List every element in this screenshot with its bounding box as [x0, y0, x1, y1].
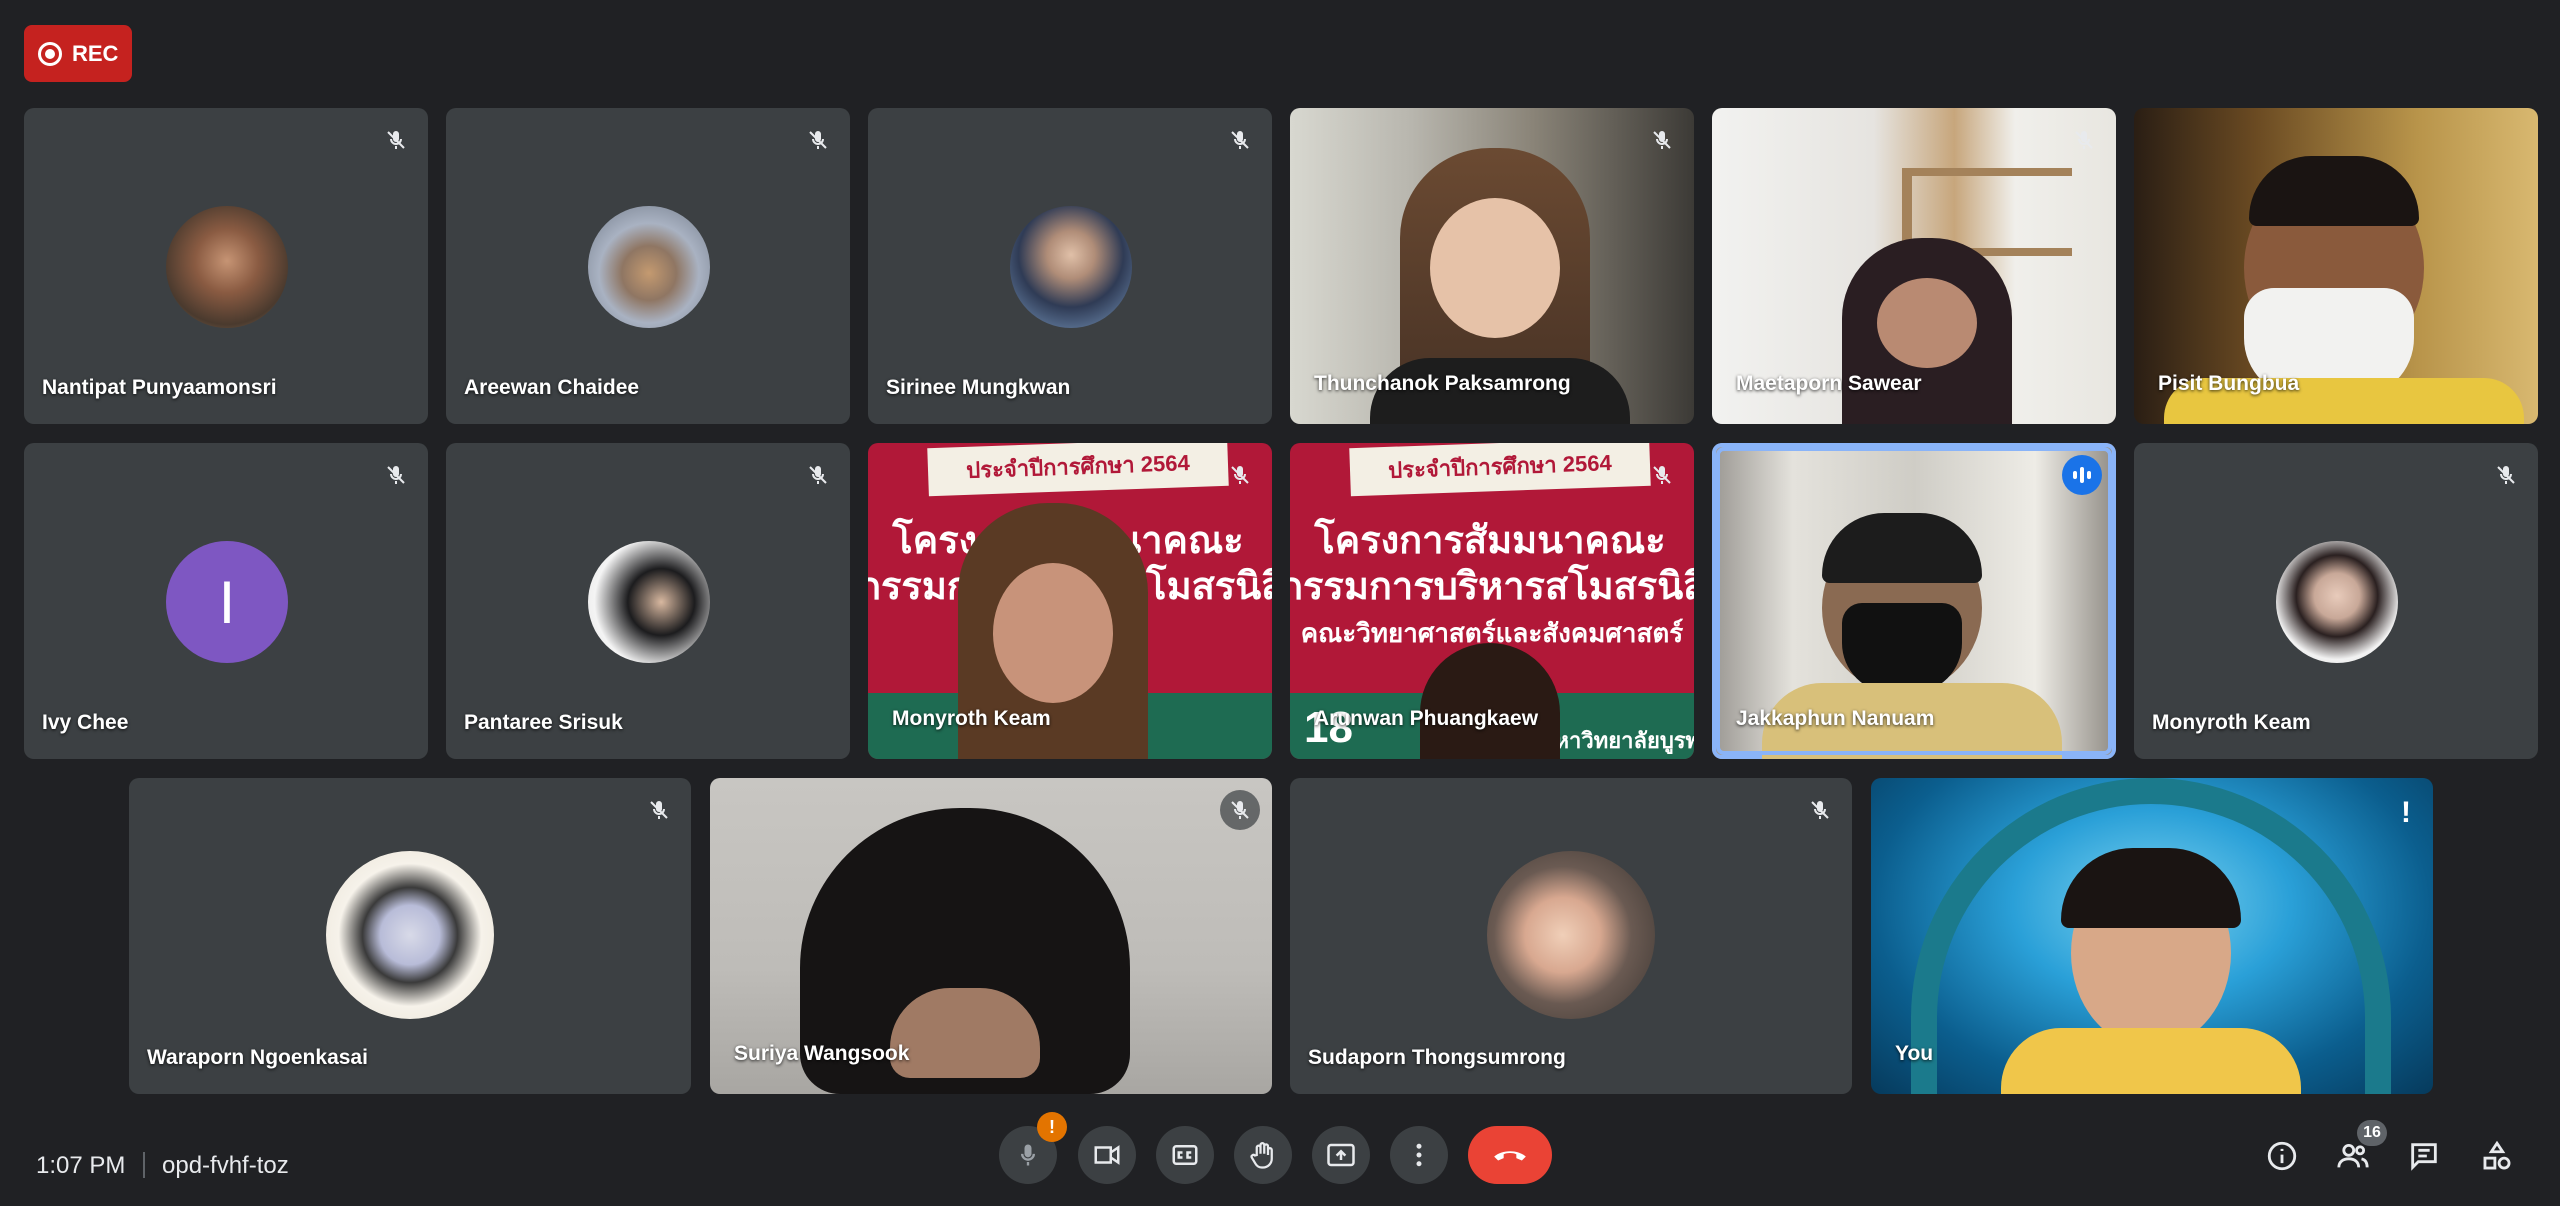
captions-button[interactable]	[1156, 1126, 1214, 1184]
more-options-button[interactable]	[1390, 1126, 1448, 1184]
mic-off-icon	[804, 126, 832, 154]
participant-name: Areewan Chaidee	[464, 376, 640, 399]
shirt	[2001, 1028, 2301, 1094]
meeting-time: 1:07 PM	[36, 1152, 126, 1179]
more-vert-icon	[1416, 1143, 1422, 1167]
face	[993, 563, 1113, 703]
participant-name: Ivy Chee	[42, 711, 129, 734]
mic-off-icon	[382, 126, 410, 154]
avatar	[1010, 206, 1132, 328]
raise-hand-button[interactable]	[1234, 1126, 1292, 1184]
participant-tile[interactable]: Nantipat Punyaamonsri	[24, 108, 428, 424]
participant-name: Pisit Bungbua	[2158, 372, 2300, 395]
recording-label: REC	[72, 40, 119, 66]
participant-count-badge: 16	[2357, 1120, 2387, 1146]
mic-off-icon	[1648, 126, 1676, 154]
avatar	[326, 851, 494, 1019]
participant-video-tile[interactable]: ประจำปีการศึกษา 2564 โครงการสัมมนาคณะ กร…	[868, 443, 1272, 759]
mic-off-icon	[1021, 1144, 1035, 1166]
participant-name: Monyroth Keam	[892, 707, 1051, 730]
participant-tile[interactable]: Pantaree Srisuk	[446, 443, 850, 759]
activities-button[interactable]	[2475, 1134, 2519, 1178]
meeting-code[interactable]: opd-fvhf-toz	[162, 1152, 289, 1180]
leave-call-button[interactable]	[1468, 1126, 1552, 1184]
participant-tile[interactable]: Sudaporn Thongsumrong	[1290, 778, 1852, 1094]
participant-name: Suriya Wangsook	[734, 1042, 910, 1065]
banner-title: กรรมการบริหารสโมสรนิสิต	[1290, 566, 1694, 608]
recording-indicator[interactable]: REC	[24, 25, 132, 82]
microphone-button[interactable]: !	[999, 1112, 1067, 1184]
avatar	[166, 206, 288, 328]
chat-button[interactable]	[2402, 1134, 2446, 1178]
participant-video-tile[interactable]: ประจำปีการศึกษา 2564 โครงการสัมมนาคณะ กร…	[1290, 443, 1694, 759]
mic-off-icon	[1806, 796, 1834, 824]
divider	[143, 1152, 145, 1178]
participant-name: Nantipat Punyaamonsri	[42, 376, 277, 399]
participant-name: Maetaporn Sawear	[1736, 372, 1922, 395]
record-icon	[38, 41, 62, 66]
avatar	[2276, 541, 2398, 663]
avatar	[1487, 851, 1655, 1019]
camera-button[interactable]	[1078, 1126, 1136, 1184]
participant-name: Waraporn Ngoenkasai	[147, 1046, 368, 1069]
face	[890, 988, 1040, 1078]
participant-name: You	[1895, 1042, 1934, 1065]
shelf	[1902, 168, 2072, 176]
participant-video-tile[interactable]: Maetaporn Sawear	[1712, 108, 2116, 424]
participant-tile[interactable]: Sirinee Mungkwan	[868, 108, 1272, 424]
mic-off-icon	[804, 461, 832, 489]
participant-tile[interactable]: Areewan Chaidee	[446, 108, 850, 424]
participant-name: Pantaree Srisuk	[464, 711, 623, 734]
bottom-toolbar: 1:07 PM opd-fvhf-toz ! 16	[0, 1110, 2560, 1200]
chat-icon	[2411, 1143, 2437, 1171]
banner-subtitle: ประจำปีการศึกษา 2564	[927, 443, 1229, 497]
present-screen-button[interactable]	[1312, 1126, 1370, 1184]
participant-video-tile[interactable]: Pisit Bungbua	[2134, 108, 2538, 424]
people-button[interactable]: 16	[2331, 1120, 2387, 1178]
meeting-details-button[interactable]	[2260, 1134, 2304, 1178]
call-end-icon	[1494, 1151, 1526, 1161]
avatar-initial: I	[166, 541, 288, 663]
present-to-all-icon	[1327, 1143, 1355, 1167]
self-video-tile[interactable]: ! You	[1871, 778, 2433, 1094]
avatar	[588, 206, 710, 328]
banner-text: มหาวิทยาลัยบูรพา	[1540, 728, 1694, 753]
participant-tile[interactable]: Waraporn Ngoenkasai	[129, 778, 691, 1094]
mic-warning-badge: !	[1037, 1112, 1067, 1142]
participant-video-tile[interactable]: Suriya Wangsook	[710, 778, 1272, 1094]
participant-video-tile[interactable]: Thunchanok Paksamrong	[1290, 108, 1694, 424]
activities-icon	[2483, 1140, 2511, 1170]
closed-captions-icon	[1172, 1145, 1198, 1165]
hand-icon	[1250, 1142, 1273, 1169]
participant-name: Arunwan Phuangkaew	[1314, 707, 1539, 730]
participant-name: Monyroth Keam	[2152, 711, 2311, 734]
videocam-icon	[1094, 1145, 1120, 1165]
banner-subtitle: ประจำปีการศึกษา 2564	[1349, 443, 1651, 497]
participant-name: Sudaporn Thongsumrong	[1308, 1046, 1566, 1069]
face	[1430, 198, 1560, 338]
warning-icon[interactable]: !	[2401, 796, 2411, 830]
participant-video-tile[interactable]: Jakkaphun Nanuam	[1712, 443, 2116, 759]
mic-off-icon	[1226, 461, 1254, 489]
mic-off-icon	[382, 461, 410, 489]
mic-off-icon	[1226, 126, 1254, 154]
mic-off-icon	[645, 796, 673, 824]
mic-off-icon	[1220, 790, 1260, 830]
participant-name: Jakkaphun Nanuam	[1736, 707, 1935, 730]
participant-tile[interactable]: Monyroth Keam	[2134, 443, 2538, 759]
person-figure	[1420, 643, 1560, 759]
mic-off-icon	[2070, 126, 2098, 154]
hair	[2249, 156, 2419, 226]
participant-name: Sirinee Mungkwan	[886, 376, 1071, 399]
avatar	[588, 541, 710, 663]
participant-tile[interactable]: I Ivy Chee	[24, 443, 428, 759]
mic-off-icon	[2492, 461, 2520, 489]
face	[1877, 278, 1977, 368]
info-icon	[2267, 1141, 2297, 1171]
participant-name: Thunchanok Paksamrong	[1314, 372, 1571, 395]
speaking-indicator-icon	[2062, 455, 2102, 495]
mic-off-icon	[1648, 461, 1676, 489]
